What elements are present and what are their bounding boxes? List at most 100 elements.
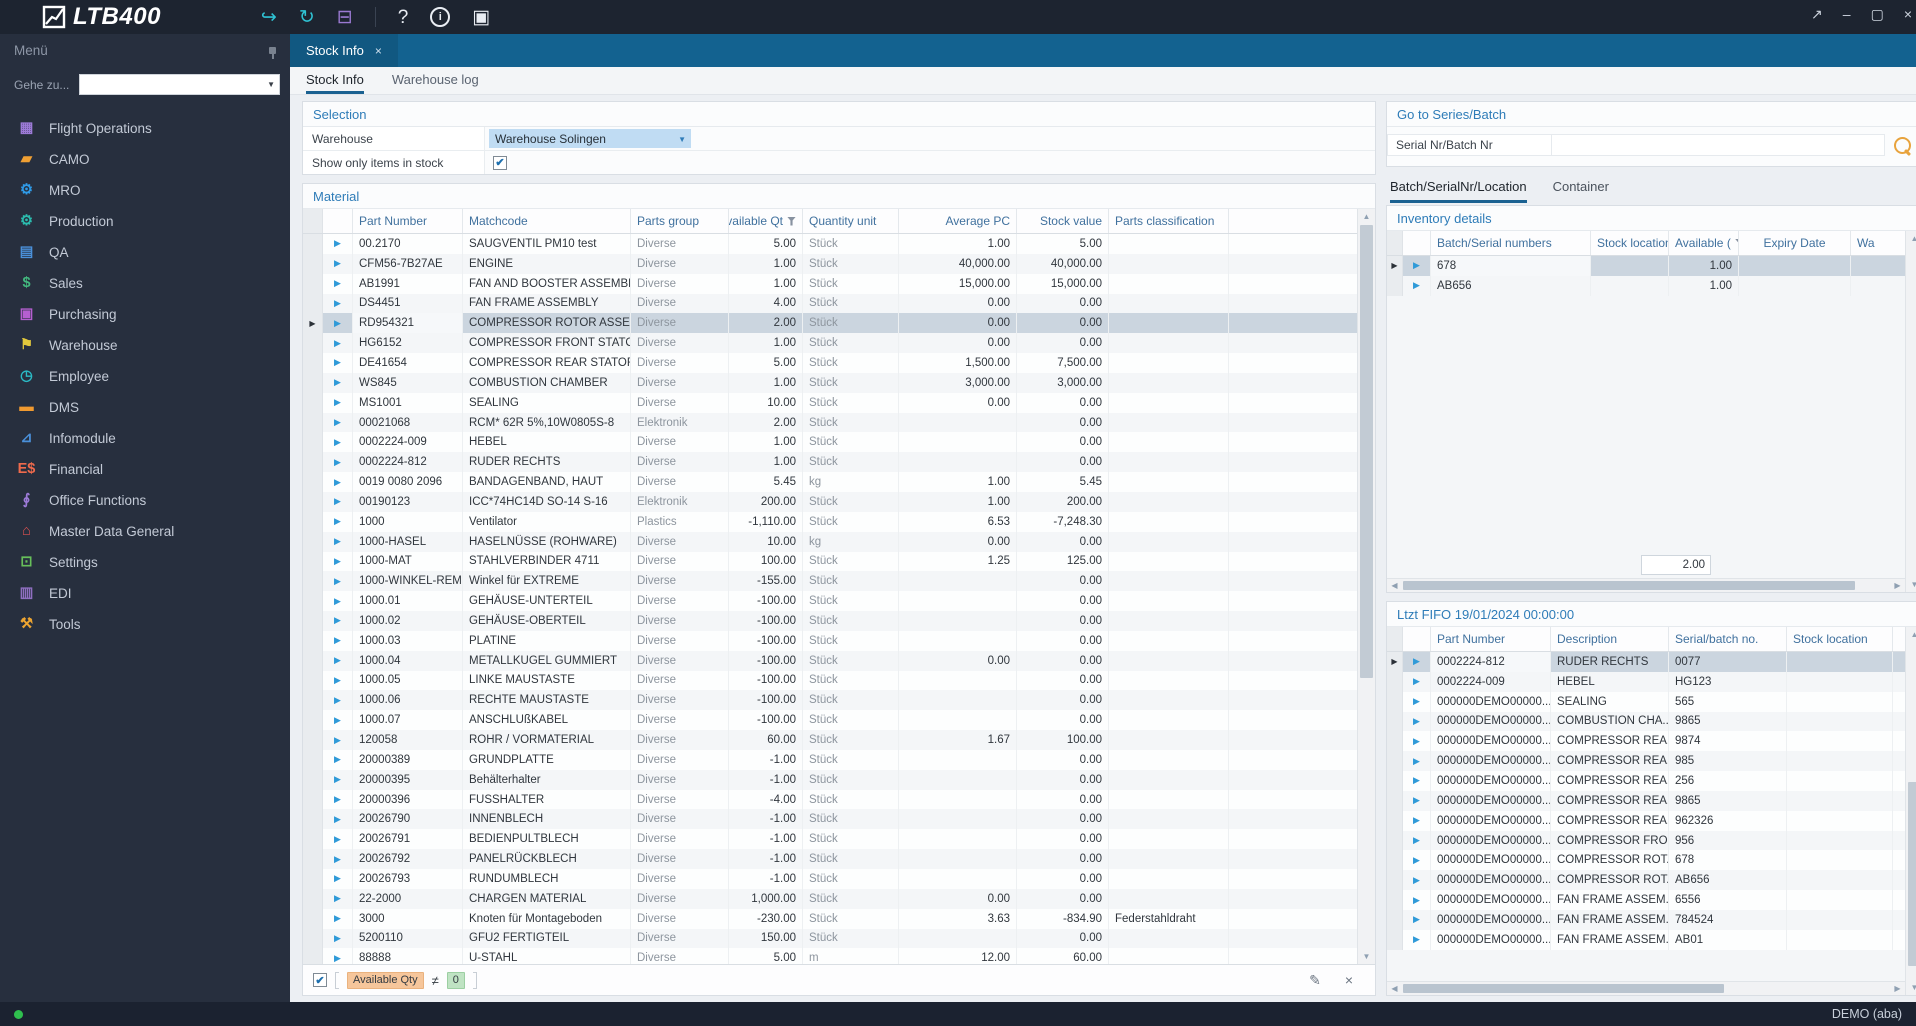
expand-row-icon[interactable]: ▶: [323, 749, 353, 770]
expand-row-icon[interactable]: ▶: [1403, 731, 1431, 752]
scroll-up-icon[interactable]: ▲: [1906, 231, 1916, 246]
table-row[interactable]: ▶ 1000 Ventilator Plastics -1,110.00 Stü…: [303, 511, 1357, 532]
column-serial-batch[interactable]: Serial/batch no.: [1669, 627, 1787, 651]
column-quantity-unit[interactable]: Quantity unit: [803, 209, 899, 233]
table-row[interactable]: ▶ 20026792 PANELRÜCKBLECH Diverse -1.00 …: [303, 849, 1357, 869]
search-icon[interactable]: [1894, 136, 1911, 154]
stock-only-checkbox[interactable]: ✔: [493, 155, 507, 170]
table-row[interactable]: ▶ 20000396 FUSSHALTER Diverse -4.00 Stüc…: [303, 789, 1357, 810]
goto-combobox[interactable]: ▼: [79, 74, 280, 95]
expand-row-icon[interactable]: ▶: [1403, 711, 1431, 732]
tab-container[interactable]: Container: [1553, 173, 1609, 203]
table-row[interactable]: ▶ 00190123 ICC*74HC14D SO-14 S-16 Elektr…: [303, 491, 1357, 512]
expand-row-icon[interactable]: ▶: [323, 670, 353, 691]
expand-row-icon[interactable]: ▶: [323, 234, 353, 254]
table-row[interactable]: ▶ 0002224-009 HEBEL Diverse 1.00 Stück 0…: [303, 432, 1357, 453]
expand-row-icon[interactable]: ▶: [1403, 890, 1431, 910]
column-batch-serial[interactable]: Batch/Serial numbers: [1431, 231, 1591, 255]
expand-row-icon[interactable]: ▶: [323, 452, 353, 473]
table-row[interactable]: ▶ AB1991 FAN AND BOOSTER ASSEMBLY Divers…: [303, 273, 1357, 294]
table-row[interactable]: ▶ 1000.06 RECHTE MAUSTASTE Diverse -100.…: [303, 690, 1357, 711]
table-row[interactable]: ▶ 1000.01 GEHÄUSE-UNTERTEIL Diverse -100…: [303, 591, 1357, 612]
table-row[interactable]: ▶ 1000-HASEL HASELNÜSSE (ROHWARE) Divers…: [303, 531, 1357, 552]
table-row[interactable]: ▶ CFM56-7B27AE ENGINE Diverse 1.00 Stück…: [303, 253, 1357, 274]
scroll-down-icon[interactable]: ▼: [1358, 949, 1375, 964]
column-available[interactable]: Available (: [1669, 231, 1739, 255]
table-row[interactable]: ▶ 00021068 RCM* 62R 5%,10W0805S-8 Elektr…: [303, 412, 1357, 433]
expand-row-icon[interactable]: ▶: [323, 809, 353, 830]
column-warehouse[interactable]: Wa: [1851, 231, 1905, 255]
subtab-warehouse-log[interactable]: Warehouse log: [392, 67, 479, 94]
table-row[interactable]: ▶ 88888 U-STAHL Diverse 5.00 m 12.00 60.…: [303, 948, 1357, 964]
column-stock-location[interactable]: Stock location: [1787, 627, 1893, 651]
expand-row-icon[interactable]: ▶: [323, 928, 353, 949]
expand-row-icon[interactable]: ▶: [323, 432, 353, 453]
table-row[interactable]: ▶ 20000395 Behälterhalter Diverse -1.00 …: [303, 769, 1357, 790]
column-description[interactable]: Description: [1551, 627, 1669, 651]
scrollbar-thumb[interactable]: [1908, 781, 1916, 966]
expand-row-icon[interactable]: ▶: [1403, 751, 1431, 772]
table-row[interactable]: ▶ 1000-MAT STAHLVERBINDER 4711 Diverse 1…: [303, 551, 1357, 572]
sidebar-item-qa[interactable]: ▤ QA: [0, 237, 290, 268]
column-parts-group[interactable]: Parts group: [631, 209, 729, 233]
table-row[interactable]: ▶ 000000DEMO00000... COMPRESSOR REA... 9…: [1387, 751, 1905, 772]
table-row[interactable]: ▶ 000000DEMO00000... COMPRESSOR ROT... 6…: [1387, 850, 1905, 871]
table-row[interactable]: ▶ 20000389 GRUNDPLATTE Diverse -1.00 Stü…: [303, 749, 1357, 770]
sidebar-item-mro[interactable]: ⚙ MRO: [0, 175, 290, 206]
expand-row-icon[interactable]: ▶: [323, 372, 353, 393]
expand-row-icon[interactable]: ▶: [323, 611, 353, 631]
column-part-number[interactable]: Part Number: [353, 209, 463, 233]
expand-row-icon[interactable]: ▶: [323, 591, 353, 612]
sidebar-item-sales[interactable]: $ Sales: [0, 268, 290, 299]
sidebar-item-employee[interactable]: ◷ Employee: [0, 361, 290, 392]
table-row[interactable]: ▶ 1000.02 GEHÄUSE-OBERTEIL Diverse -100.…: [303, 611, 1357, 631]
expand-row-icon[interactable]: ▶: [1403, 256, 1431, 276]
expand-row-icon[interactable]: ▶: [323, 412, 353, 433]
scroll-down-icon[interactable]: ▼: [1906, 577, 1916, 592]
maximize-icon[interactable]: ▢: [1871, 7, 1884, 21]
expand-row-icon[interactable]: ▶: [323, 908, 353, 929]
expand-row-icon[interactable]: ▶: [323, 730, 353, 750]
fifo-horizontal-scrollbar[interactable]: ◀ ▶: [1387, 981, 1905, 995]
table-row[interactable]: ▶ 0002224-812 RUDER RECHTS 0077: [1387, 652, 1905, 672]
expand-row-icon[interactable]: ▶: [323, 472, 353, 492]
expand-row-icon[interactable]: ▶: [1403, 771, 1431, 791]
scroll-left-icon[interactable]: ◀: [1387, 581, 1402, 590]
table-row[interactable]: ▶ 000000DEMO00000... COMPRESSOR ROT... A…: [1387, 870, 1905, 891]
table-row[interactable]: ▶ 678 1.00: [1387, 256, 1905, 276]
table-row[interactable]: ▶ HG6152 COMPRESSOR FRONT STATOR Diverse…: [303, 333, 1357, 354]
expand-row-icon[interactable]: ▶: [323, 333, 353, 354]
scrollbar-thumb[interactable]: [1360, 225, 1373, 678]
expand-row-icon[interactable]: ▶: [323, 769, 353, 790]
column-part-number[interactable]: Part Number: [1431, 627, 1551, 651]
scroll-up-icon[interactable]: ▲: [1906, 627, 1916, 642]
tab-batch-serialnr-location[interactable]: Batch/SerialNr/Location: [1390, 173, 1527, 203]
table-row[interactable]: ▶ 1000.07 ANSCHLUßKABEL Diverse -100.00 …: [303, 710, 1357, 731]
expand-row-icon[interactable]: ▶: [323, 849, 353, 869]
table-row[interactable]: ▶ 3000 Knoten für Montageboden Diverse -…: [303, 908, 1357, 929]
edit-filter-icon[interactable]: ✎: [1309, 972, 1321, 989]
expand-row-icon[interactable]: ▶: [1403, 810, 1431, 831]
expand-row-icon[interactable]: ▶: [323, 551, 353, 572]
column-average-pc[interactable]: Average PC: [899, 209, 1017, 233]
column-parts-classification[interactable]: Parts classification: [1109, 209, 1229, 233]
table-row[interactable]: ▶ WS845 COMBUSTION CHAMBER Diverse 1.00 …: [303, 372, 1357, 393]
table-row[interactable]: ▶ RD954321 COMPRESSOR ROTOR ASSEMBY Dive…: [303, 313, 1357, 334]
expand-row-icon[interactable]: ▶: [323, 888, 353, 909]
filter-funnel-icon[interactable]: [787, 216, 796, 226]
table-row[interactable]: ▶ 000000DEMO00000... COMPRESSOR REA... 9…: [1387, 790, 1905, 811]
serial-batch-input[interactable]: [1552, 134, 1885, 156]
scroll-right-icon[interactable]: ▶: [1890, 581, 1905, 590]
table-row[interactable]: ▶ 000000DEMO00000... FAN FRAME ASSEM... …: [1387, 890, 1905, 910]
table-row[interactable]: ▶ 000000DEMO00000... COMPRESSOR REA... 9…: [1387, 810, 1905, 831]
table-row[interactable]: ▶ 0002224-009 HEBEL HG123: [1387, 671, 1905, 692]
column-stock-value[interactable]: Stock value: [1017, 209, 1109, 233]
filter-enabled-checkbox[interactable]: ✔: [313, 973, 327, 987]
table-row[interactable]: ▶ 000000DEMO00000... COMPRESSOR REA... 9…: [1387, 731, 1905, 752]
sidebar-item-office-functions[interactable]: ∮ Office Functions: [0, 485, 290, 516]
expand-row-icon[interactable]: ▶: [323, 491, 353, 512]
sidebar-item-camo[interactable]: ▰ CAMO: [0, 144, 290, 175]
table-row[interactable]: ▶ DS4451 FAN FRAME ASSEMBLY Diverse 4.00…: [303, 293, 1357, 314]
table-row[interactable]: ▶ 00.2170 SAUGVENTIL PM10 test Diverse 5…: [303, 234, 1357, 254]
sidebar-item-flight-operations[interactable]: ▦ Flight Operations: [0, 113, 290, 144]
